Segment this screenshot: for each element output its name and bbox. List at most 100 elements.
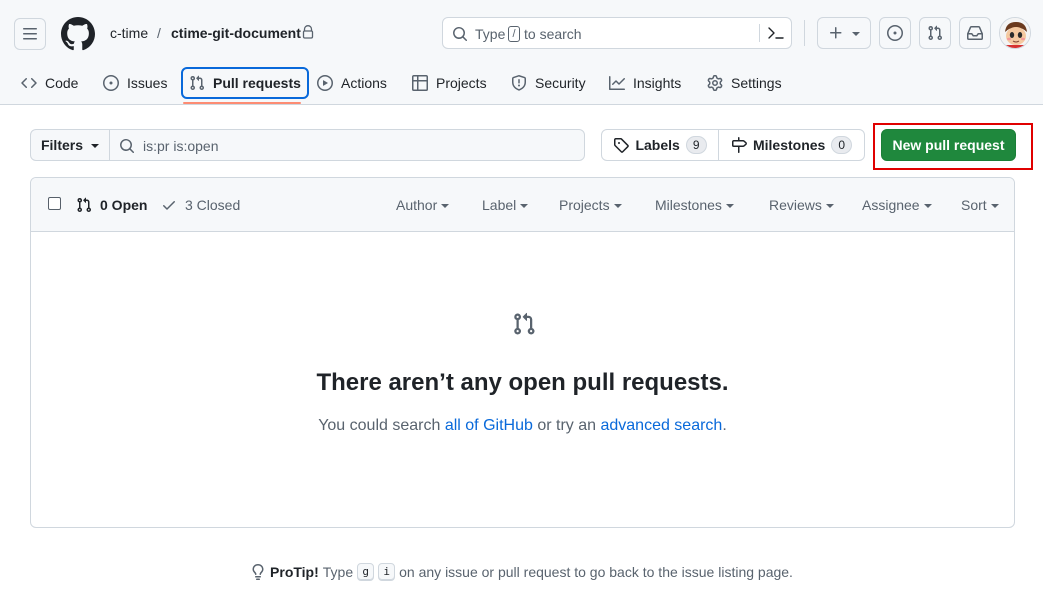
tab-issues-label: Issues — [127, 75, 168, 91]
milestones-count-badge: 0 — [831, 136, 853, 154]
breadcrumb-separator: / — [157, 25, 161, 41]
git-pull-request-icon — [928, 25, 943, 41]
protip-label: ProTip! — [270, 564, 319, 580]
milestones-filter-menu[interactable]: Milestones — [655, 197, 734, 213]
search-divider — [759, 24, 760, 42]
top-bar: c-time / ctime-git-document Type / to se… — [0, 0, 1043, 64]
user-avatar[interactable] — [999, 17, 1031, 49]
header-divider — [804, 20, 805, 46]
pull-request-list: 0 Open 3 Closed Author Label Projects Mi… — [30, 177, 1015, 528]
tab-insights-label: Insights — [633, 75, 682, 91]
advanced-search-link[interactable]: advanced search — [600, 417, 722, 434]
create-new-button[interactable] — [817, 17, 871, 49]
plus-icon — [830, 27, 842, 39]
protip: ProTip! Type g i on any issue or pull re… — [0, 563, 1043, 581]
reviews-filter-label: Reviews — [769, 197, 822, 213]
tab-settings[interactable]: Settings — [699, 67, 790, 99]
triangle-down-icon — [923, 204, 932, 208]
tab-pull-requests[interactable]: Pull requests — [181, 67, 309, 99]
repo-nav-tabs: Code Issues Pull requests Actions Projec… — [0, 64, 1043, 105]
sort-label: Sort — [961, 197, 987, 213]
labels-label: Labels — [635, 137, 680, 153]
keyboard-key-g: g — [357, 563, 375, 581]
issue-opened-icon — [103, 75, 119, 91]
tag-icon — [614, 138, 630, 153]
code-icon — [21, 77, 37, 89]
select-all-checkbox[interactable] — [48, 197, 61, 210]
play-icon — [317, 75, 333, 91]
triangle-down-icon — [520, 204, 529, 208]
breadcrumb-owner[interactable]: c-time — [110, 24, 148, 42]
milestone-icon — [731, 137, 747, 153]
new-pull-request-button[interactable]: New pull request — [881, 129, 1016, 161]
global-search-input[interactable]: Type / to search — [442, 17, 792, 49]
tab-security-label: Security — [535, 75, 586, 91]
tab-actions[interactable]: Actions — [309, 67, 395, 99]
menu-button[interactable] — [14, 18, 46, 50]
label-filter-menu[interactable]: Label — [482, 197, 529, 213]
search-placeholder-prefix: Type — [475, 26, 506, 42]
all-of-github-link[interactable]: all of GitHub — [445, 417, 533, 434]
search-shortcut-key: / — [508, 26, 520, 42]
shield-icon — [512, 75, 526, 91]
notifications-button[interactable] — [959, 17, 991, 49]
repo-header: c-time / ctime-git-document Type / to se… — [0, 0, 1043, 105]
inbox-icon — [967, 26, 983, 40]
closed-count-label: 3 Closed — [185, 197, 241, 213]
light-bulb-icon — [252, 564, 264, 580]
tab-projects-label: Projects — [436, 75, 487, 91]
filters-dropdown-button[interactable]: Filters — [31, 130, 110, 160]
your-pull-requests-button[interactable] — [919, 17, 951, 49]
tab-code-label: Code — [45, 75, 79, 91]
avatar-image — [1000, 18, 1030, 48]
search-placeholder-suffix: to search — [524, 26, 582, 42]
command-palette-icon[interactable] — [767, 25, 785, 41]
triangle-down-icon — [91, 144, 99, 148]
triangle-down-icon — [852, 32, 860, 36]
empty-state-description: You could search all of GitHub or try an… — [31, 417, 1014, 435]
triangle-down-icon — [613, 204, 622, 208]
labels-button[interactable]: Labels 9 — [602, 130, 719, 160]
closed-filter-link[interactable]: 3 Closed — [161, 197, 240, 213]
triangle-down-icon — [441, 204, 450, 208]
triangle-down-icon — [725, 204, 734, 208]
triangle-down-icon — [825, 204, 834, 208]
author-filter-menu[interactable]: Author — [396, 197, 450, 213]
protip-text-1: Type — [322, 564, 354, 580]
tab-projects[interactable]: Projects — [404, 67, 495, 99]
triangle-down-icon — [990, 204, 999, 208]
assignee-filter-menu[interactable]: Assignee — [862, 197, 932, 213]
search-icon — [120, 139, 135, 154]
projects-filter-menu[interactable]: Projects — [559, 197, 622, 213]
tab-insights[interactable]: Insights — [601, 67, 689, 99]
breadcrumb-repo[interactable]: ctime-git-document — [171, 24, 301, 42]
empty-desc-suffix: . — [722, 417, 727, 434]
open-filter-link[interactable]: 0 Open — [76, 197, 147, 213]
filter-bar: Filters is:pr is:open — [30, 129, 585, 161]
projects-filter-label: Projects — [559, 197, 610, 213]
reviews-filter-menu[interactable]: Reviews — [769, 197, 834, 213]
github-logo-icon[interactable] — [61, 17, 95, 51]
labels-milestones-group: Labels 9 Milestones 0 — [601, 129, 865, 161]
tab-security[interactable]: Security — [503, 67, 594, 99]
label-filter-label: Label — [482, 197, 517, 213]
gear-icon — [707, 75, 723, 91]
selected-tab-underline — [183, 102, 301, 104]
keyboard-key-i: i — [378, 563, 396, 581]
tab-code[interactable]: Code — [13, 67, 86, 99]
open-count-label: 0 Open — [100, 197, 148, 213]
filter-search-input[interactable]: is:pr is:open — [110, 130, 584, 160]
milestones-filter-label: Milestones — [655, 197, 722, 213]
filter-query-value: is:pr is:open — [143, 138, 219, 154]
sort-menu[interactable]: Sort — [961, 197, 999, 213]
empty-desc-prefix: You could search — [318, 417, 441, 434]
milestones-label: Milestones — [752, 137, 826, 153]
your-issues-button[interactable] — [879, 17, 911, 49]
tab-pull-requests-label: Pull requests — [213, 75, 301, 91]
issue-opened-icon — [887, 25, 903, 41]
milestones-button[interactable]: Milestones 0 — [719, 130, 864, 160]
author-filter-label: Author — [396, 197, 438, 213]
git-pull-request-icon — [190, 75, 205, 91]
tab-issues[interactable]: Issues — [95, 67, 175, 99]
search-icon — [453, 27, 468, 42]
